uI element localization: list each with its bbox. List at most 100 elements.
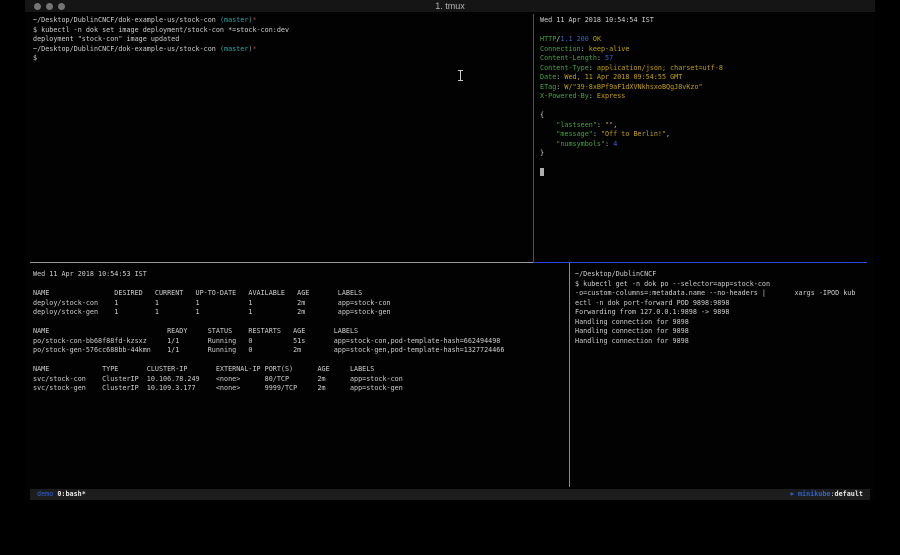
terminal-text-segment: ETag <box>540 83 556 91</box>
terminal-text-segment: Content-Length <box>540 54 597 62</box>
terminal-text-segment: -o=custom-columns=:metadata.name --no-he… <box>575 289 855 297</box>
terminal-line: Date: Wed, 11 Apr 2018 09:54:55 GMT <box>540 73 870 83</box>
pane-divider-horizontal-left <box>30 262 533 263</box>
terminal-text-segment: Wed, 11 Apr 2018 09:54:55 GMT <box>564 73 682 81</box>
terminal-text-segment <box>540 140 556 148</box>
terminal-text-segment: : <box>597 54 605 62</box>
terminal-line: ~/Desktop/DublinCNCF/dok-example-us/stoc… <box>33 16 533 26</box>
status-left: demo 0:bash* <box>37 489 86 500</box>
terminal-text-segment: Handling connection for 9898 <box>575 337 689 345</box>
terminal-text-segment: (master) <box>220 16 253 24</box>
terminal-line <box>540 102 870 112</box>
terminal-text-segment: "message" <box>556 130 593 138</box>
terminal-text-segment: $ <box>33 54 37 62</box>
session-name: demo <box>37 490 53 498</box>
terminal-text-segment: : <box>593 130 601 138</box>
terminal-line: Forwarding from 127.0.0.1:9898 -> 9898 <box>575 308 869 318</box>
terminal-text-segment: Handling connection for 9898 <box>575 318 689 326</box>
terminal-text-segment: (master) <box>220 45 253 53</box>
terminal-line: Wed 11 Apr 2018 10:54:54 IST <box>540 16 870 26</box>
window-item[interactable]: 0:bash* <box>53 490 86 498</box>
terminal-text-segment: Date <box>540 73 556 81</box>
terminal-text-segment: Handling connection for 9898 <box>575 327 689 335</box>
mouse-ibeam-pointer <box>458 70 463 81</box>
terminal-text-segment <box>540 121 556 129</box>
terminal-line: ~/Desktop/DublinCNCF/dok-example-us/stoc… <box>33 45 533 55</box>
desktop-background: 1. tmux ~/Desktop/DublinCNCF/dok-example… <box>0 0 900 555</box>
terminal-line: Handling connection for 9898 <box>575 337 869 347</box>
terminal-line: "lastseen": "", <box>540 121 870 131</box>
pane-port-forward[interactable]: ~/Desktop/DublinCNCF$ kubectl get -n dok… <box>575 270 869 486</box>
terminal-line: Wed 11 Apr 2018 10:54:53 IST <box>33 270 565 280</box>
terminal-text-segment: Connection <box>540 45 581 53</box>
terminal-line <box>540 26 870 36</box>
status-right: ⎈ minikube:default <box>790 489 863 500</box>
terminal-text-segment: { <box>540 111 544 119</box>
terminal-text-segment: $ kubectl -n dok set image deployment/st… <box>33 26 289 34</box>
terminal-text-segment: , <box>666 130 670 138</box>
terminal-text-segment: "" <box>605 121 613 129</box>
terminal-line: po/stock-con-bb68f88fd-kzsxz 1/1 Running… <box>33 337 565 347</box>
pane-divider-vertical-top <box>533 14 534 262</box>
terminal-line: NAME READY STATUS RESTARTS AGE LABELS <box>33 327 565 337</box>
pane-divider-horizontal-right <box>533 262 867 263</box>
terminal-text-segment: "Off to Berlin!" <box>601 130 666 138</box>
terminal-line: $ kubectl get -n dok po --selector=app=s… <box>575 280 869 290</box>
terminal-text-segment: : <box>581 45 589 53</box>
terminal-text-segment: } <box>540 149 544 157</box>
terminal-line: deploy/stock-con 1 1 1 1 2m app=stock-co… <box>33 299 565 309</box>
terminal-line: -o=custom-columns=:metadata.name --no-he… <box>575 289 869 299</box>
terminal-line: po/stock-gen-576cc688bb-44kmn 1/1 Runnin… <box>33 346 565 356</box>
terminal-line: Connection: keep-alive <box>540 45 870 55</box>
terminal-text-segment: , <box>613 121 617 129</box>
terminal-text-segment: Forwarding from 127.0.0.1:9898 -> 9898 <box>575 308 729 316</box>
terminal-line <box>540 168 870 178</box>
terminal-text-segment: HTTP <box>540 35 556 43</box>
title-bar: 1. tmux <box>25 0 875 13</box>
terminal-text-segment: X-Powered-By <box>540 92 589 100</box>
terminal-line: HTTP/1.1 200 OK <box>540 35 870 45</box>
terminal-line: { <box>540 111 870 121</box>
kube-namespace: default <box>835 490 863 498</box>
terminal-line: $ kubectl -n dok set image deployment/st… <box>33 26 533 36</box>
window-title: 1. tmux <box>25 1 875 12</box>
terminal-line <box>33 356 565 366</box>
terminal-text-segment: $ kubectl get -n dok po --selector=app=s… <box>575 280 770 288</box>
terminal-text-segment: : <box>605 140 613 148</box>
terminal-text-segment: ectl -n dok port-forward POD 9898:9898 <box>575 299 729 307</box>
terminal-line: Content-Type: application/json; charset=… <box>540 64 870 74</box>
terminal-line: "numsymbols": 4 <box>540 140 870 150</box>
terminal-line: X-Powered-By: Express <box>540 92 870 102</box>
terminal-text-segment: "lastseen" <box>556 121 597 129</box>
terminal-line: ETag: W/"39-8xBPf9aF1dXVNkhsxoBQgJ8vKzo" <box>540 83 870 93</box>
terminal-text-segment: keep-alive <box>589 45 630 53</box>
terminal-line: Handling connection for 9898 <box>575 318 869 328</box>
terminal-text-segment: : <box>589 92 597 100</box>
terminal-text-segment: 4 <box>613 140 617 148</box>
pane-divider-vertical-bottom <box>569 263 570 487</box>
terminal-text-segment: ~/Desktop/DublinCNCF/dok-example-us/stoc… <box>33 16 220 24</box>
pane-kubectl-get-watch[interactable]: Wed 11 Apr 2018 10:54:53 IST NAME DESIRE… <box>33 270 565 486</box>
terminal-line: $ <box>33 54 533 64</box>
terminal-text-segment: 1.1 200 <box>560 35 588 43</box>
terminal-line: deployment "stock-con" image updated <box>33 35 533 45</box>
terminal-text-segment: * <box>252 45 256 53</box>
terminal-text-segment: * <box>252 16 256 24</box>
terminal-text-segment: deployment "stock-con" image updated <box>33 35 179 43</box>
terminal-text-segment <box>540 130 556 138</box>
terminal-text-segment: OK <box>593 35 601 43</box>
terminal-text-segment: "numsymbols" <box>556 140 605 148</box>
terminal-text-segment: : <box>597 121 605 129</box>
terminal-text-segment: : <box>589 64 597 72</box>
terminal-text-segment: Wed 11 Apr 2018 10:54:54 IST <box>540 16 654 24</box>
terminal-text-segment: Wed 11 Apr 2018 10:54:53 IST <box>33 270 147 278</box>
kube-context: minikube <box>794 490 831 498</box>
pane-http-response[interactable]: Wed 11 Apr 2018 10:54:54 IST HTTP/1.1 20… <box>540 16 870 260</box>
pane-shell-kubectl-set-image[interactable]: ~/Desktop/DublinCNCF/dok-example-us/stoc… <box>33 16 533 260</box>
terminal-line: ectl -n dok port-forward POD 9898:9898 <box>575 299 869 309</box>
terminal-line: deploy/stock-gen 1 1 1 1 2m app=stock-ge… <box>33 308 565 318</box>
terminal-line: svc/stock-con ClusterIP 10.106.78.249 <n… <box>33 375 565 385</box>
terminal-text-segment: 57 <box>605 54 613 62</box>
terminal-line <box>540 159 870 169</box>
terminal-line <box>33 280 565 290</box>
